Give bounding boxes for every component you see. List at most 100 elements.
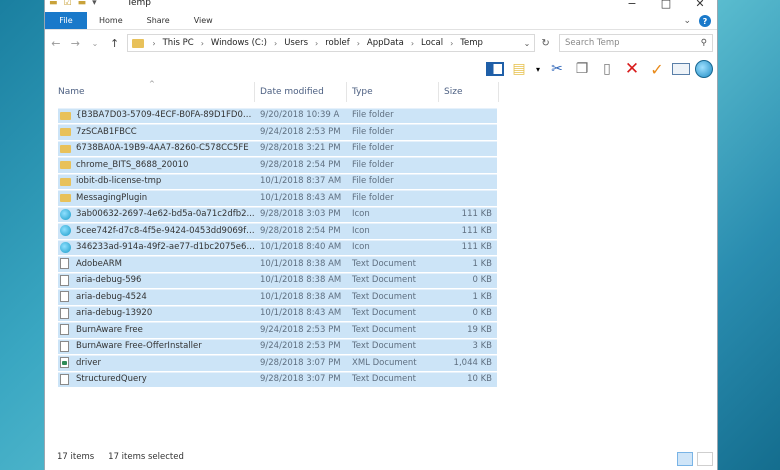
file-name-cell[interactable]: MessagingPlugin: [45, 193, 255, 203]
file-size: 10 KB: [467, 374, 492, 385]
file-name-cell[interactable]: BurnAware Free-OfferInstaller: [45, 340, 255, 352]
ribbon-right-controls: ⌄ ?: [683, 15, 711, 27]
breadcrumb-appdata[interactable]: AppData: [364, 38, 407, 48]
tab-file[interactable]: File: [45, 12, 87, 29]
column-header-size[interactable]: Size: [439, 82, 499, 102]
scissors-icon[interactable]: ✂: [547, 60, 567, 78]
search-placeholder: Search Temp: [565, 38, 620, 48]
table-row[interactable]: BurnAware Free 9/24/2018 2:53 PM Text Docu…: [45, 322, 719, 339]
expand-ribbon-icon[interactable]: ⌄: [683, 16, 691, 26]
minimize-button[interactable]: −: [615, 0, 649, 10]
file-type: File folder: [352, 110, 394, 121]
file-name: MessagingPlugin: [76, 192, 148, 203]
address-bar[interactable]: › This PC › Windows (C:) › Users › roble…: [127, 34, 536, 52]
rename-icon[interactable]: [672, 63, 690, 75]
globe-icon[interactable]: [695, 60, 713, 78]
delete-icon[interactable]: ✕: [622, 59, 642, 79]
help-icon[interactable]: ?: [699, 15, 711, 27]
file-name-cell[interactable]: AdobeARM: [45, 258, 255, 270]
paste-dropdown-icon[interactable]: ▾: [534, 60, 542, 78]
copy-icon[interactable]: ❐: [572, 60, 592, 78]
table-row[interactable]: BurnAware Free-OfferInstaller 9/24/2018 2…: [45, 338, 719, 355]
table-row[interactable]: aria-debug-596 10/1/2018 8:38 AM Text Docu…: [45, 272, 719, 289]
breadcrumb-local[interactable]: Local: [418, 38, 446, 48]
file-date: 10/1/2018 8:43 AM: [260, 308, 342, 319]
text-file-icon: [60, 291, 69, 303]
file-name-cell[interactable]: aria-debug-596: [45, 274, 255, 286]
properties-icon[interactable]: ☑: [64, 0, 72, 8]
table-row[interactable]: 7zSCAB1FBCC 9/24/2018 2:53 PM File folder: [45, 124, 719, 141]
table-row[interactable]: AdobeARM 10/1/2018 8:38 AM Text Document 1 …: [45, 256, 719, 273]
checkmark-icon[interactable]: ✓: [647, 60, 667, 79]
file-name-cell[interactable]: 5cee742f-d7c8-4f5e-9424-0453dd9069f8...: [45, 225, 255, 237]
sort-ascending-icon: ^: [149, 80, 155, 88]
column-header-date[interactable]: Date modified: [255, 82, 347, 102]
file-date: 9/24/2018 2:53 PM: [260, 341, 341, 352]
file-date: 9/28/2018 3:07 PM: [260, 357, 341, 368]
file-name-cell[interactable]: aria-debug-13920: [45, 307, 255, 319]
breadcrumb-temp[interactable]: Temp: [457, 38, 486, 48]
table-row[interactable]: chrome_BITS_8688_20010 9/28/2018 2:54 PM F…: [45, 157, 719, 174]
details-view-icon[interactable]: [677, 452, 693, 466]
table-row[interactable]: 3ab00632-2697-4e62-bd5a-0a71c2dfb2... 9/2…: [45, 206, 719, 223]
table-row[interactable]: iobit-db-license-tmp 10/1/2018 8:37 AM Fil…: [45, 173, 719, 190]
forward-arrow-icon[interactable]: →: [69, 37, 83, 50]
customize-dropdown-icon[interactable]: ▾: [92, 0, 97, 8]
up-arrow-icon[interactable]: ↑: [108, 37, 122, 50]
file-name-cell[interactable]: {B3BA7D03-5709-4ECF-B0FA-89D1FD00...: [45, 110, 255, 120]
table-row[interactable]: aria-debug-13920 10/1/2018 8:43 AM Text Do…: [45, 305, 719, 322]
file-date: 10/1/2018 8:38 AM: [260, 291, 342, 302]
breadcrumb-roblef[interactable]: roblef: [322, 38, 353, 48]
search-input[interactable]: Search Temp ⚲: [559, 34, 714, 52]
file-name-cell[interactable]: 7zSCAB1FBCC: [45, 127, 255, 137]
column-headers: ^ Name Date modified Type Size: [45, 80, 719, 102]
table-row[interactable]: StructuredQuery 9/28/2018 3:07 PM Text Doc…: [45, 371, 719, 388]
file-name-cell[interactable]: 346233ad-914a-49f2-ae77-d1bc2075e69...: [45, 241, 255, 253]
preview-pane-icon[interactable]: [486, 62, 504, 76]
text-file-icon: [60, 307, 69, 319]
file-name-cell[interactable]: 6738BA0A-19B9-4AA7-8260-C578CC5FE: [45, 143, 255, 153]
table-row[interactable]: 5cee742f-d7c8-4f5e-9424-0453dd9069f8... 9…: [45, 223, 719, 240]
table-row[interactable]: MessagingPlugin 10/1/2018 8:43 AM File fol…: [45, 190, 719, 207]
clipboard-icon[interactable]: ▯: [597, 60, 617, 78]
recent-locations-chevron-icon[interactable]: ⌄: [88, 39, 102, 48]
new-folder-icon[interactable]: ▬: [78, 0, 87, 8]
file-date: 9/24/2018 2:53 PM: [260, 126, 341, 137]
folder-icon[interactable]: ▬: [49, 0, 58, 8]
tab-view[interactable]: View: [182, 12, 225, 29]
column-header-type[interactable]: Type: [347, 82, 439, 102]
file-name-cell[interactable]: 3ab00632-2697-4e62-bd5a-0a71c2dfb2...: [45, 208, 255, 220]
table-row[interactable]: {B3BA7D03-5709-4ECF-B0FA-89D1FD00... 9/20…: [45, 107, 719, 124]
table-row[interactable]: aria-debug-4524 10/1/2018 8:38 AM Text Doc…: [45, 289, 719, 306]
close-button[interactable]: ✕: [683, 0, 717, 10]
refresh-icon[interactable]: ↻: [541, 38, 553, 49]
file-name-cell[interactable]: BurnAware Free: [45, 324, 255, 336]
file-name: driver: [76, 357, 102, 368]
tab-home[interactable]: Home: [87, 12, 135, 29]
file-name-cell[interactable]: iobit-db-license-tmp: [45, 176, 255, 186]
file-name: aria-debug-13920: [76, 308, 153, 319]
large-icons-view-icon[interactable]: [697, 452, 713, 466]
maximize-button[interactable]: □: [649, 0, 683, 10]
table-row[interactable]: 346233ad-914a-49f2-ae77-d1bc2075e69... 10…: [45, 239, 719, 256]
tab-share[interactable]: Share: [135, 12, 182, 29]
breadcrumb-windows-c[interactable]: Windows (C:): [208, 38, 270, 48]
breadcrumb-this-pc[interactable]: This PC: [160, 38, 197, 48]
file-date: 10/1/2018 8:38 AM: [260, 275, 342, 286]
file-name: StructuredQuery: [76, 374, 147, 385]
table-row[interactable]: driver 9/28/2018 3:07 PM XML Document 1,044…: [45, 355, 719, 372]
breadcrumb-users[interactable]: Users: [281, 38, 311, 48]
title-bar: ▬ ☑ ▬ ▾ Temp − □ ✕: [45, 0, 717, 12]
back-arrow-icon[interactable]: ←: [49, 37, 63, 50]
window-controls: − □ ✕: [615, 0, 717, 10]
file-type: Text Document: [352, 308, 416, 319]
file-name-cell[interactable]: chrome_BITS_8688_20010: [45, 160, 255, 170]
file-name-cell[interactable]: aria-debug-4524: [45, 291, 255, 303]
file-name-cell[interactable]: driver: [45, 357, 255, 369]
file-name-cell[interactable]: StructuredQuery: [45, 373, 255, 385]
table-row[interactable]: 6738BA0A-19B9-4AA7-8260-C578CC5FE 9/28/20…: [45, 140, 719, 157]
address-dropdown-icon[interactable]: ⌄: [524, 39, 531, 48]
ribbon-tabs: File Home Share View ⌄ ?: [45, 12, 717, 30]
file-type: Icon: [352, 209, 370, 220]
clipboard-paste-icon[interactable]: ▤: [509, 60, 529, 78]
